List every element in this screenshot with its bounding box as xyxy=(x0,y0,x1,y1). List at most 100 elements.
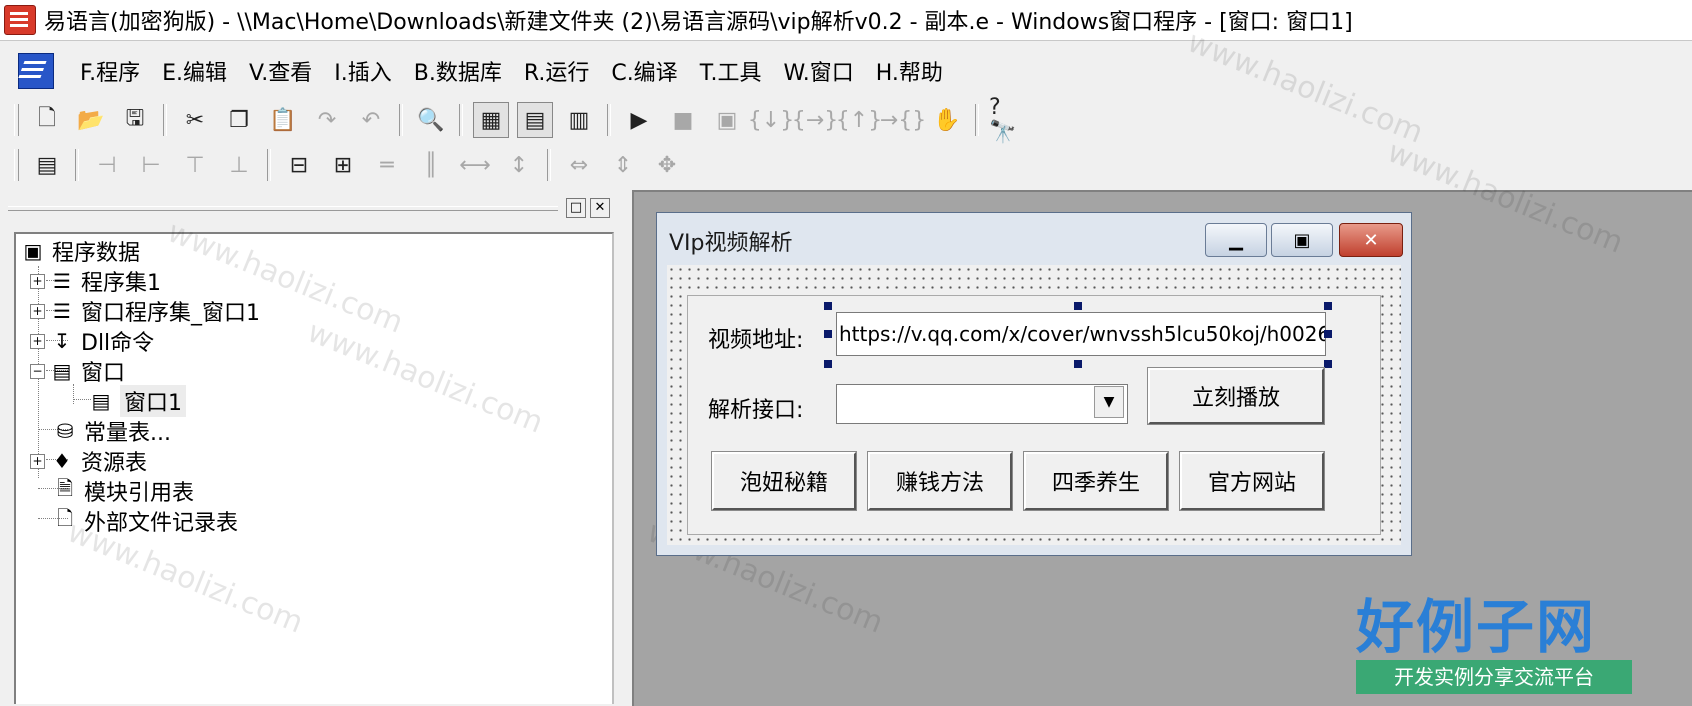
toolbar-grip[interactable] xyxy=(14,104,19,136)
tree-item-label: 程序数据 xyxy=(52,241,141,266)
selection-handle[interactable] xyxy=(1074,302,1082,310)
cut-icon[interactable]: ✂ xyxy=(177,102,213,138)
restore-icon[interactable]: ▣ xyxy=(1271,223,1333,257)
stretch-horizontal-icon[interactable]: ⇔ xyxy=(561,147,597,183)
tree-item-module-refs[interactable]: 🗎 模块引用表 xyxy=(52,476,194,506)
button-health-tips[interactable]: 四季养生 xyxy=(1023,451,1169,511)
tree-item-resources[interactable]: + ♦ 资源表 xyxy=(30,446,147,476)
layout-view-3-icon[interactable]: ▥ xyxy=(561,102,597,138)
close-panel-icon[interactable]: ✕ xyxy=(590,198,610,218)
layout-view-1-icon[interactable]: ▦ xyxy=(473,102,509,138)
brand-watermark: 好例子网 xyxy=(1356,593,1597,661)
open-folder-icon[interactable]: 📂 xyxy=(73,102,109,138)
tree-item-external-files[interactable]: 🗋 外部文件记录表 xyxy=(52,506,238,536)
same-width-icon[interactable]: ═ xyxy=(369,147,405,183)
same-height-icon[interactable]: ║ xyxy=(413,147,449,183)
center-horizontal-icon[interactable]: ⊟ xyxy=(281,147,317,183)
tree-item-label: 程序集1 xyxy=(81,271,161,296)
menu-run[interactable]: R.运行 xyxy=(524,55,590,87)
paste-icon[interactable]: 📋 xyxy=(265,102,301,138)
selection-handle[interactable] xyxy=(1324,330,1332,338)
tree-item-constants[interactable]: ⛁ 常量表... xyxy=(52,416,171,446)
save-icon[interactable]: 🖫 xyxy=(117,102,153,138)
center-vertical-icon[interactable]: ⊞ xyxy=(325,147,361,183)
form-client-area[interactable]: 视频地址: https://v.qq.com/x/cover/wnvssh5lc… xyxy=(667,265,1401,545)
step-into-icon[interactable]: {↓} xyxy=(748,102,794,138)
expand-icon[interactable]: + xyxy=(30,303,45,319)
play-now-button[interactable]: 立刻播放 xyxy=(1147,367,1325,425)
run-icon[interactable]: ▶ xyxy=(621,102,657,138)
menu-edit[interactable]: E.编辑 xyxy=(162,55,227,87)
context-help-icon[interactable]: ?🔭 xyxy=(989,95,1025,145)
selection-handle[interactable] xyxy=(824,330,832,338)
new-file-icon[interactable]: 🗋 xyxy=(29,102,65,138)
menu-tools[interactable]: T.工具 xyxy=(700,55,762,87)
space-vertical-icon[interactable]: ↕ xyxy=(501,147,537,183)
api-combobox[interactable] xyxy=(836,384,1128,424)
expand-icon[interactable]: + xyxy=(30,333,45,349)
menu-window[interactable]: W.窗口 xyxy=(784,55,854,87)
dropdown-arrow-icon[interactable]: ▼ xyxy=(1094,386,1124,418)
window-icon: ▤ xyxy=(52,359,72,383)
collapse-icon[interactable]: − xyxy=(30,363,45,379)
redo-icon[interactable]: ↷ xyxy=(309,102,345,138)
menu-bar: F.程序 E.编辑 V.查看 I.插入 B.数据库 R.运行 C.编译 T.工具… xyxy=(0,48,1692,94)
stretch-both-icon[interactable]: ✥ xyxy=(649,147,685,183)
find-icon[interactable]: 🔍 xyxy=(413,102,449,138)
close-icon[interactable]: ✕ xyxy=(1339,223,1403,257)
step-out-icon[interactable]: {↑} xyxy=(836,102,882,138)
align-left-icon[interactable]: ⊣ xyxy=(89,147,125,183)
assembly-icon: ☰ xyxy=(53,299,71,323)
selection-handle[interactable] xyxy=(1324,360,1332,368)
window-icon: ▤ xyxy=(91,389,111,413)
align-top-icon[interactable]: ⊤ xyxy=(177,147,213,183)
toolbar-grip[interactable] xyxy=(14,149,19,181)
menu-database[interactable]: B.数据库 xyxy=(414,55,502,87)
tree-item-dll-commands[interactable]: + ↧ Dll命令 xyxy=(30,326,154,356)
toolbar-separator xyxy=(267,149,271,181)
debug-window-icon[interactable]: ▣ xyxy=(709,102,745,138)
assembly-icon: ☰ xyxy=(53,269,71,293)
selection-handle[interactable] xyxy=(824,302,832,310)
selection-handle[interactable] xyxy=(1074,360,1082,368)
expand-icon[interactable]: + xyxy=(30,273,45,289)
selection-handle[interactable] xyxy=(1324,302,1332,310)
maximize-panel-icon[interactable]: □ xyxy=(566,198,586,218)
hand-icon[interactable]: ✋ xyxy=(929,102,965,138)
undo-icon[interactable]: ↶ xyxy=(353,102,389,138)
toolbar-separator xyxy=(607,104,611,136)
toolbar-separator xyxy=(75,149,79,181)
button-dating-tips[interactable]: 泡妞秘籍 xyxy=(711,451,857,511)
button-official-site[interactable]: 官方网站 xyxy=(1179,451,1325,511)
tree-root[interactable]: ▣ 程序数据 xyxy=(20,236,140,266)
tree-item-window1[interactable]: ▤ 窗口1 xyxy=(88,385,186,417)
file-icon: 🗋 xyxy=(56,506,74,530)
app-icon xyxy=(4,5,36,35)
stretch-vertical-icon[interactable]: ⇕ xyxy=(605,147,641,183)
align-bottom-icon[interactable]: ⊥ xyxy=(221,147,257,183)
expand-icon[interactable]: + xyxy=(30,453,45,469)
tree-item-assembly[interactable]: + ☰ 程序集1 xyxy=(30,266,161,296)
form-preview-window[interactable]: VIp视频解析 ▁ ▣ ✕ 视频地址: https://v.qq.com/x/c… xyxy=(656,212,1412,556)
space-horizontal-icon[interactable]: ⟷ xyxy=(457,147,493,183)
run-to-cursor-icon[interactable]: →{} xyxy=(880,102,926,138)
menu-help[interactable]: H.帮助 xyxy=(876,55,943,87)
menu-compile[interactable]: C.编译 xyxy=(611,55,677,87)
step-over-icon[interactable]: {→} xyxy=(792,102,838,138)
tree-item-window-assembly[interactable]: + ☰ 窗口程序集_窗口1 xyxy=(30,296,260,326)
button-money-methods[interactable]: 赚钱方法 xyxy=(867,451,1013,511)
selection-handle[interactable] xyxy=(824,360,832,368)
menu-insert[interactable]: I.插入 xyxy=(334,55,391,87)
panel-grip[interactable] xyxy=(8,206,558,211)
align-right-icon[interactable]: ⊢ xyxy=(133,147,169,183)
form-properties-icon[interactable]: ▤ xyxy=(29,147,65,183)
tree-item-windows[interactable]: − ▤ 窗口 xyxy=(30,356,125,386)
video-url-input[interactable]: https://v.qq.com/x/cover/wnvssh5lcu50koj… xyxy=(836,312,1326,356)
layout-view-2-icon[interactable]: ▤ xyxy=(517,102,553,138)
toolbar-separator xyxy=(399,104,403,136)
copy-icon[interactable]: ❐ xyxy=(221,102,257,138)
stop-icon[interactable]: ■ xyxy=(665,102,701,138)
menu-program[interactable]: F.程序 xyxy=(80,55,140,87)
menu-view[interactable]: V.查看 xyxy=(249,55,312,87)
minimize-icon[interactable]: ▁ xyxy=(1205,223,1267,257)
